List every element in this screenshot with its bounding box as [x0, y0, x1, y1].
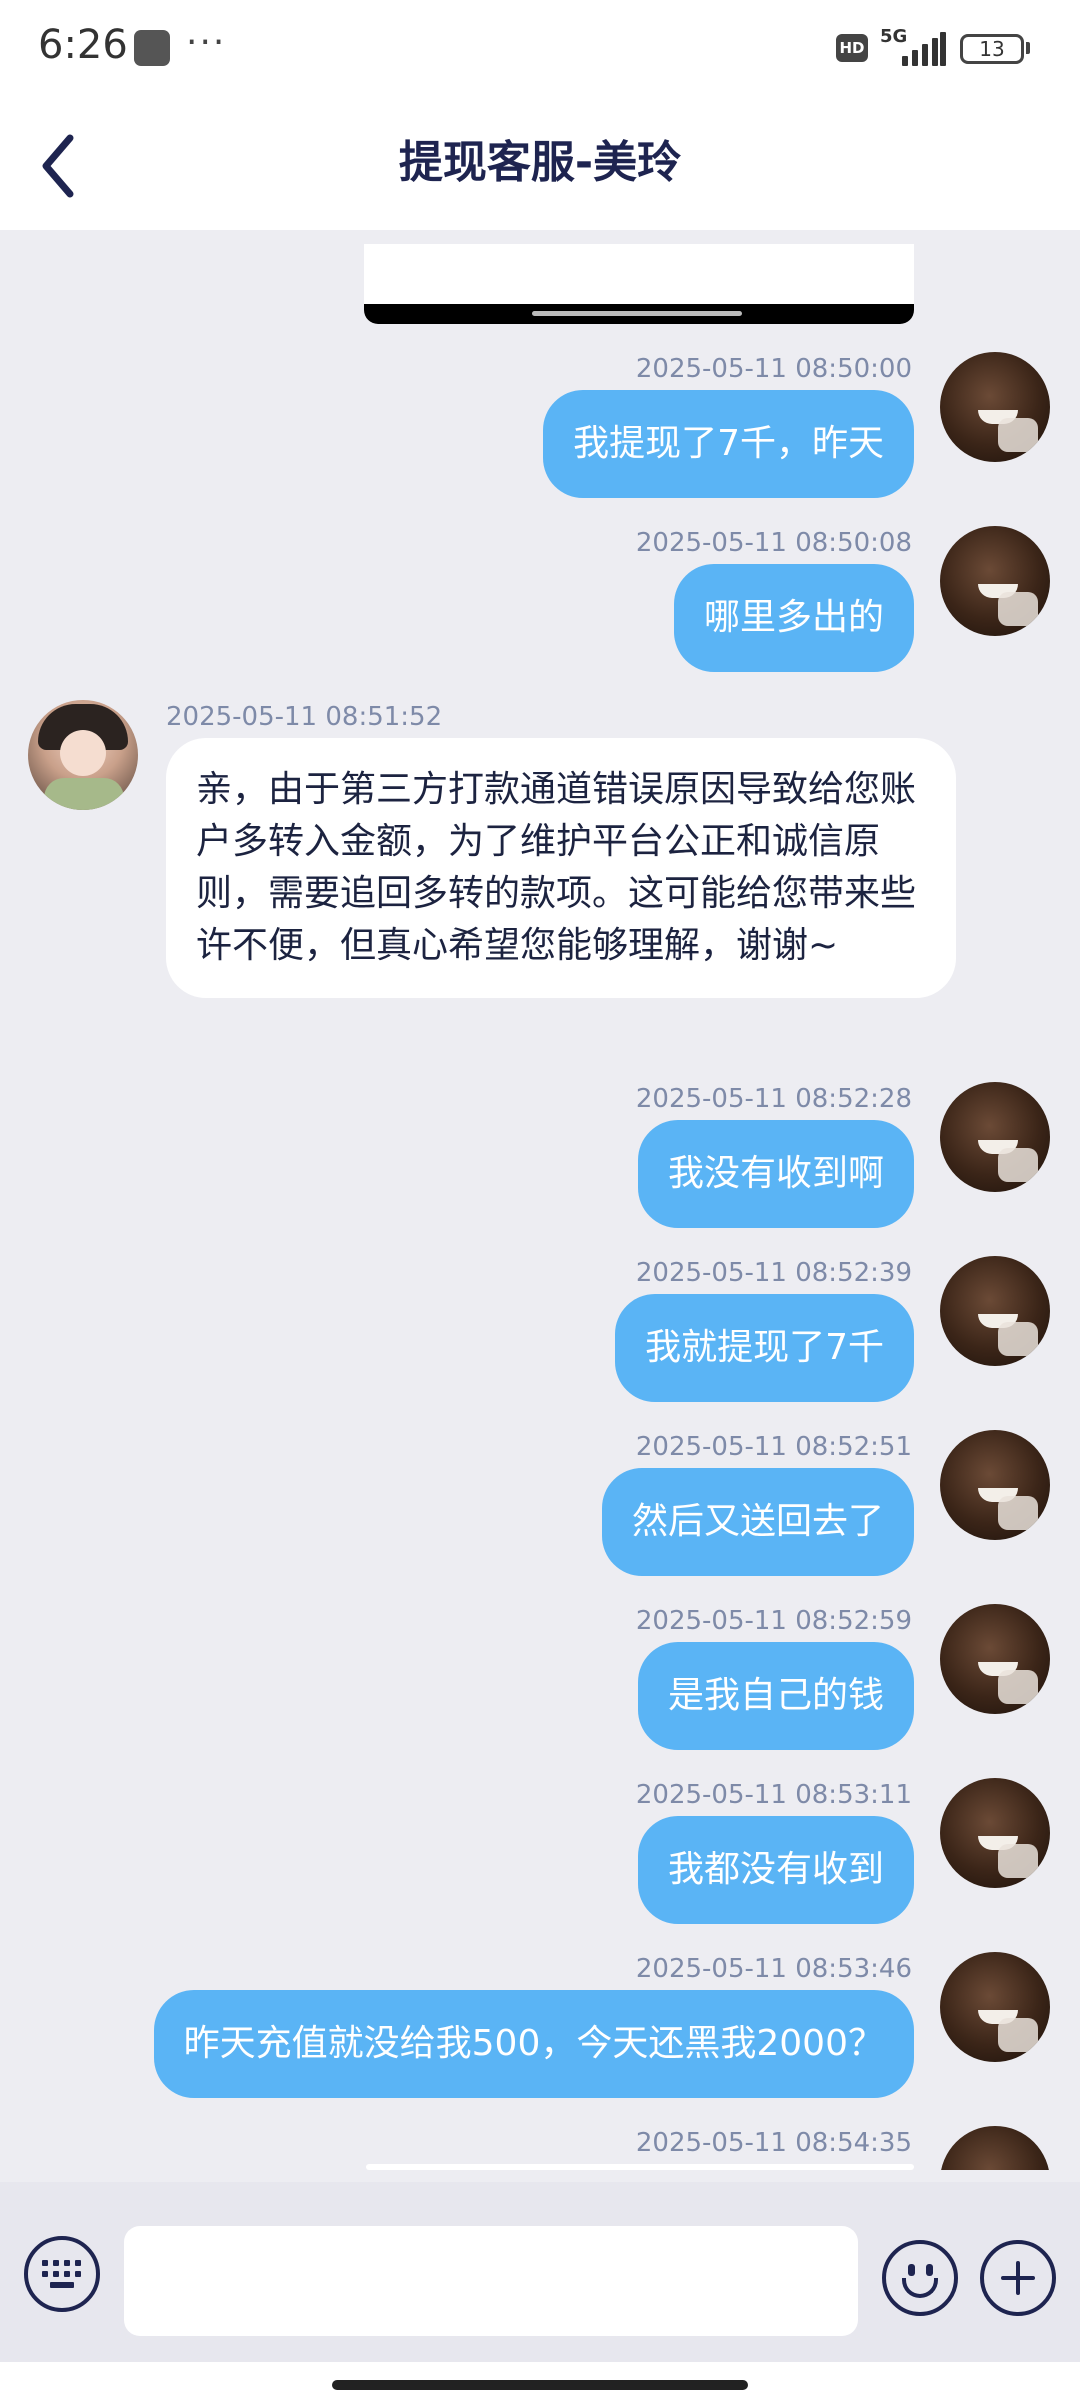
- image-home-indicator: [532, 311, 742, 316]
- my-message-bubble[interactable]: 我都没有收到: [637, 1816, 914, 1924]
- chat-scroll-area[interactable]: 2025-05-11 08:50:00 我提现了7千，昨天 2025-05-11…: [0, 230, 1080, 2170]
- message-timestamp: 2025-05-11 08:51:52: [166, 702, 443, 732]
- message-timestamp: 2025-05-11 08:53:46: [635, 1954, 912, 1984]
- image-message[interactable]: [364, 244, 914, 324]
- status-bar: 6:26 ··· HD 5G 13: [0, 0, 1080, 96]
- image-message-partial[interactable]: [366, 2164, 914, 2170]
- keyboard-icon: [42, 2260, 82, 2290]
- page-title: 提现客服-美玲: [398, 137, 682, 188]
- my-avatar[interactable]: [940, 1952, 1050, 2062]
- chat-header: 提现客服-美玲: [0, 96, 1080, 230]
- my-avatar[interactable]: [940, 1604, 1050, 1714]
- my-avatar[interactable]: [940, 526, 1050, 636]
- smile-icon-mouth: [902, 2278, 938, 2298]
- hd-icon: HD: [836, 34, 868, 62]
- my-message-bubble[interactable]: 哪里多出的: [673, 564, 914, 672]
- message-timestamp: 2025-05-11 08:50:08: [635, 528, 912, 558]
- my-avatar[interactable]: [940, 1430, 1050, 1540]
- status-time: 6:26: [38, 22, 128, 68]
- my-message-bubble[interactable]: 昨天充值就没给我500，今天还黑我2000？: [153, 1990, 914, 2098]
- my-avatar[interactable]: [940, 1778, 1050, 1888]
- app-notification-icon: [134, 30, 170, 66]
- smile-icon-eye: [926, 2264, 933, 2276]
- my-message-bubble[interactable]: 然后又送回去了: [601, 1468, 914, 1576]
- message-timestamp: 2025-05-11 08:52:51: [635, 1432, 912, 1462]
- my-avatar[interactable]: [940, 1082, 1050, 1192]
- my-avatar[interactable]: [940, 2126, 1050, 2170]
- agent-message-bubble[interactable]: 亲，由于第三方打款通道错误原因导致给您账户多转入金额，为了维护平台公正和诚信原则…: [166, 738, 956, 998]
- my-avatar[interactable]: [940, 352, 1050, 462]
- signal-icon: [898, 30, 946, 66]
- my-message-bubble[interactable]: 我就提现了7千: [615, 1294, 914, 1402]
- message-timestamp: 2025-05-11 08:54:35: [635, 2128, 912, 2158]
- add-button[interactable]: [980, 2240, 1056, 2316]
- battery-icon: 13: [960, 34, 1024, 64]
- input-bar: [0, 2182, 1080, 2362]
- my-message-bubble[interactable]: 是我自己的钱: [637, 1642, 914, 1750]
- message-timestamp: 2025-05-11 08:52:59: [635, 1606, 912, 1636]
- message-timestamp: 2025-05-11 08:52:39: [635, 1258, 912, 1288]
- my-message-bubble[interactable]: 我没有收到啊: [637, 1120, 914, 1228]
- message-input[interactable]: [124, 2226, 858, 2336]
- message-timestamp: 2025-05-11 08:50:00: [635, 354, 912, 384]
- my-avatar[interactable]: [940, 1256, 1050, 1366]
- emoji-button[interactable]: [882, 2240, 958, 2316]
- battery-cap: [1026, 42, 1030, 54]
- keyboard-toggle-button[interactable]: [24, 2236, 100, 2312]
- smile-icon: [908, 2264, 915, 2276]
- agent-avatar[interactable]: [28, 700, 138, 810]
- message-timestamp: 2025-05-11 08:52:28: [635, 1084, 912, 1114]
- home-indicator[interactable]: [332, 2380, 748, 2390]
- message-timestamp: 2025-05-11 08:53:11: [635, 1780, 912, 1810]
- more-notifications-icon: ···: [186, 22, 227, 63]
- my-message-bubble[interactable]: 我提现了7千，昨天: [543, 390, 914, 498]
